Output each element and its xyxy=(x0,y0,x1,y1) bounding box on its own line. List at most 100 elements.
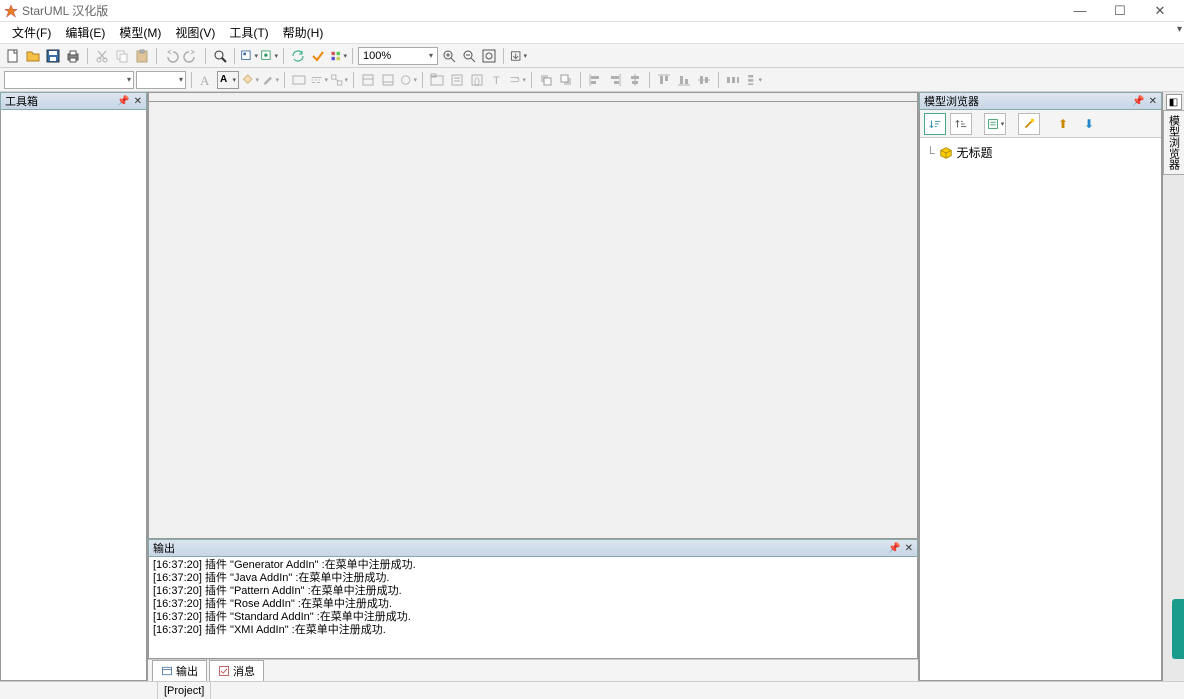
sort-asc-icon[interactable] xyxy=(924,113,946,135)
model-tree[interactable]: └ 无标题 xyxy=(920,138,1161,167)
new-icon[interactable] xyxy=(4,47,22,65)
space-vert-icon[interactable] xyxy=(744,71,762,89)
zoom-combo[interactable]: 100%▾ xyxy=(358,47,438,65)
stereotype-button[interactable] xyxy=(290,71,308,89)
diagram-canvas[interactable] xyxy=(148,102,918,539)
output-line: [16:37:20] 插件 "Generator AddIn" :在菜单中注册成… xyxy=(153,559,913,572)
dock-tab-browser[interactable]: 模型浏览器 xyxy=(1163,110,1184,175)
down-arrow-icon[interactable]: ⬇ xyxy=(1078,113,1100,135)
dock-tab-icon[interactable]: ◧ xyxy=(1166,94,1182,110)
browser-pin-icon[interactable]: 📌 xyxy=(1132,96,1144,107)
output-pin-icon[interactable]: 📌 xyxy=(888,543,900,554)
line-color-button[interactable] xyxy=(261,71,279,89)
project-cube-icon xyxy=(939,146,953,160)
output-title: 输出 xyxy=(153,540,175,556)
menu-tool[interactable]: 工具(T) xyxy=(223,22,274,43)
suppress-attr-button[interactable] xyxy=(359,71,377,89)
browser-close-icon[interactable]: ✕ xyxy=(1149,96,1157,107)
font-color-button[interactable]: A xyxy=(217,71,239,89)
align-middle-icon[interactable] xyxy=(695,71,713,89)
maximize-button[interactable]: ☐ xyxy=(1100,0,1140,22)
status-project: [Project] xyxy=(158,682,211,699)
export-icon[interactable] xyxy=(509,47,527,65)
open-icon[interactable] xyxy=(24,47,42,65)
tab-output[interactable]: 输出 xyxy=(152,660,207,682)
show-property-button[interactable] xyxy=(448,71,466,89)
toolbox-title: 工具箱 xyxy=(5,93,38,109)
model-browser-header: 模型浏览器 📌✕ xyxy=(919,92,1162,110)
show-operation-button[interactable]: () xyxy=(468,71,486,89)
settings-icon[interactable] xyxy=(329,47,347,65)
verify-icon[interactable] xyxy=(309,47,327,65)
menu-file[interactable]: 文件(F) xyxy=(6,22,57,43)
canvas-tabbar[interactable] xyxy=(148,92,918,102)
word-wrap-button[interactable] xyxy=(508,71,526,89)
right-dock-tabs: ◧ 模型浏览器 xyxy=(1162,92,1184,681)
undo-icon[interactable] xyxy=(162,47,180,65)
toolbox-panel: 工具箱 📌 ✕ xyxy=(0,92,148,681)
align-top-icon[interactable] xyxy=(655,71,673,89)
cut-icon[interactable] xyxy=(93,47,111,65)
svg-text:T: T xyxy=(493,75,500,87)
app-title: StarUML 汉化版 xyxy=(22,2,1060,19)
redo-icon[interactable] xyxy=(182,47,200,65)
toolbar-standard: 100%▾ xyxy=(0,44,1184,68)
output-header: 输出 📌 ✕ xyxy=(148,539,918,557)
menu-view[interactable]: 视图(V) xyxy=(169,22,221,43)
menu-help[interactable]: 帮助(H) xyxy=(277,22,330,43)
find-icon[interactable] xyxy=(211,47,229,65)
wand-icon[interactable] xyxy=(1018,113,1040,135)
line-style-button[interactable] xyxy=(310,71,328,89)
font-button[interactable]: A xyxy=(197,71,215,89)
model-add-icon[interactable] xyxy=(260,47,278,65)
bring-front-icon[interactable] xyxy=(537,71,555,89)
svg-text:A: A xyxy=(200,73,210,88)
close-button[interactable]: ✕ xyxy=(1140,0,1180,22)
pin-icon[interactable]: 📌 xyxy=(117,96,129,107)
paste-icon[interactable] xyxy=(133,47,151,65)
align-left-icon[interactable] xyxy=(586,71,604,89)
align-center-icon[interactable] xyxy=(626,71,644,89)
model-browser-panel: 模型浏览器 📌✕ ⬆ ⬇ └ 无标题 xyxy=(918,92,1162,681)
diagram-add-icon[interactable] xyxy=(240,47,258,65)
toolbox-header: 工具箱 📌 ✕ xyxy=(0,92,147,110)
tree-root-item[interactable]: └ 无标题 xyxy=(926,144,1155,161)
scroll-indicator xyxy=(1172,599,1184,659)
zoom-fit-icon[interactable] xyxy=(480,47,498,65)
close-panel-icon[interactable]: ✕ xyxy=(134,96,142,107)
send-back-icon[interactable] xyxy=(557,71,575,89)
font-combo[interactable] xyxy=(4,71,134,89)
align-right-icon[interactable] xyxy=(606,71,624,89)
menu-model[interactable]: 模型(M) xyxy=(113,22,167,43)
show-type-button[interactable]: T xyxy=(488,71,506,89)
output-close-icon[interactable]: ✕ xyxy=(905,543,913,554)
filter-icon[interactable] xyxy=(984,113,1006,135)
output-body[interactable]: [16:37:20] 插件 "Generator AddIn" :在菜单中注册成… xyxy=(148,557,918,659)
toolbox-body xyxy=(0,110,147,681)
output-line: [16:37:20] 插件 "Rose AddIn" :在菜单中注册成功. xyxy=(153,598,913,611)
output-tab-icon xyxy=(161,665,173,677)
align-bottom-icon[interactable] xyxy=(675,71,693,89)
sort-desc-icon[interactable] xyxy=(950,113,972,135)
status-bar: [Project] xyxy=(0,681,1184,699)
menu-edit[interactable]: 编辑(E) xyxy=(59,22,111,43)
suppress-op-button[interactable] xyxy=(379,71,397,89)
space-horiz-icon[interactable] xyxy=(724,71,742,89)
auto-layout-button[interactable] xyxy=(330,71,348,89)
minimize-button[interactable]: — xyxy=(1060,0,1100,22)
copy-icon[interactable] xyxy=(113,47,131,65)
fill-color-button[interactable] xyxy=(241,71,259,89)
zoom-out-icon[interactable] xyxy=(460,47,478,65)
save-icon[interactable] xyxy=(44,47,62,65)
output-line: [16:37:20] 插件 "Java AddIn" :在菜单中注册成功. xyxy=(153,572,913,585)
up-arrow-icon[interactable]: ⬆ xyxy=(1052,113,1074,135)
show-visibility-button[interactable] xyxy=(399,71,417,89)
print-icon[interactable] xyxy=(64,47,82,65)
main-area: 工具箱 📌 ✕ 输出 📌 ✕ [16:37:20] 插件 "Generator Ad… xyxy=(0,92,1184,681)
toolbar-overflow-icon[interactable]: ▾ xyxy=(1177,24,1182,35)
font-size-combo[interactable] xyxy=(136,71,186,89)
tab-message[interactable]: 消息 xyxy=(209,660,264,682)
refresh-icon[interactable] xyxy=(289,47,307,65)
zoom-in-icon[interactable] xyxy=(440,47,458,65)
show-namespace-button[interactable] xyxy=(428,71,446,89)
